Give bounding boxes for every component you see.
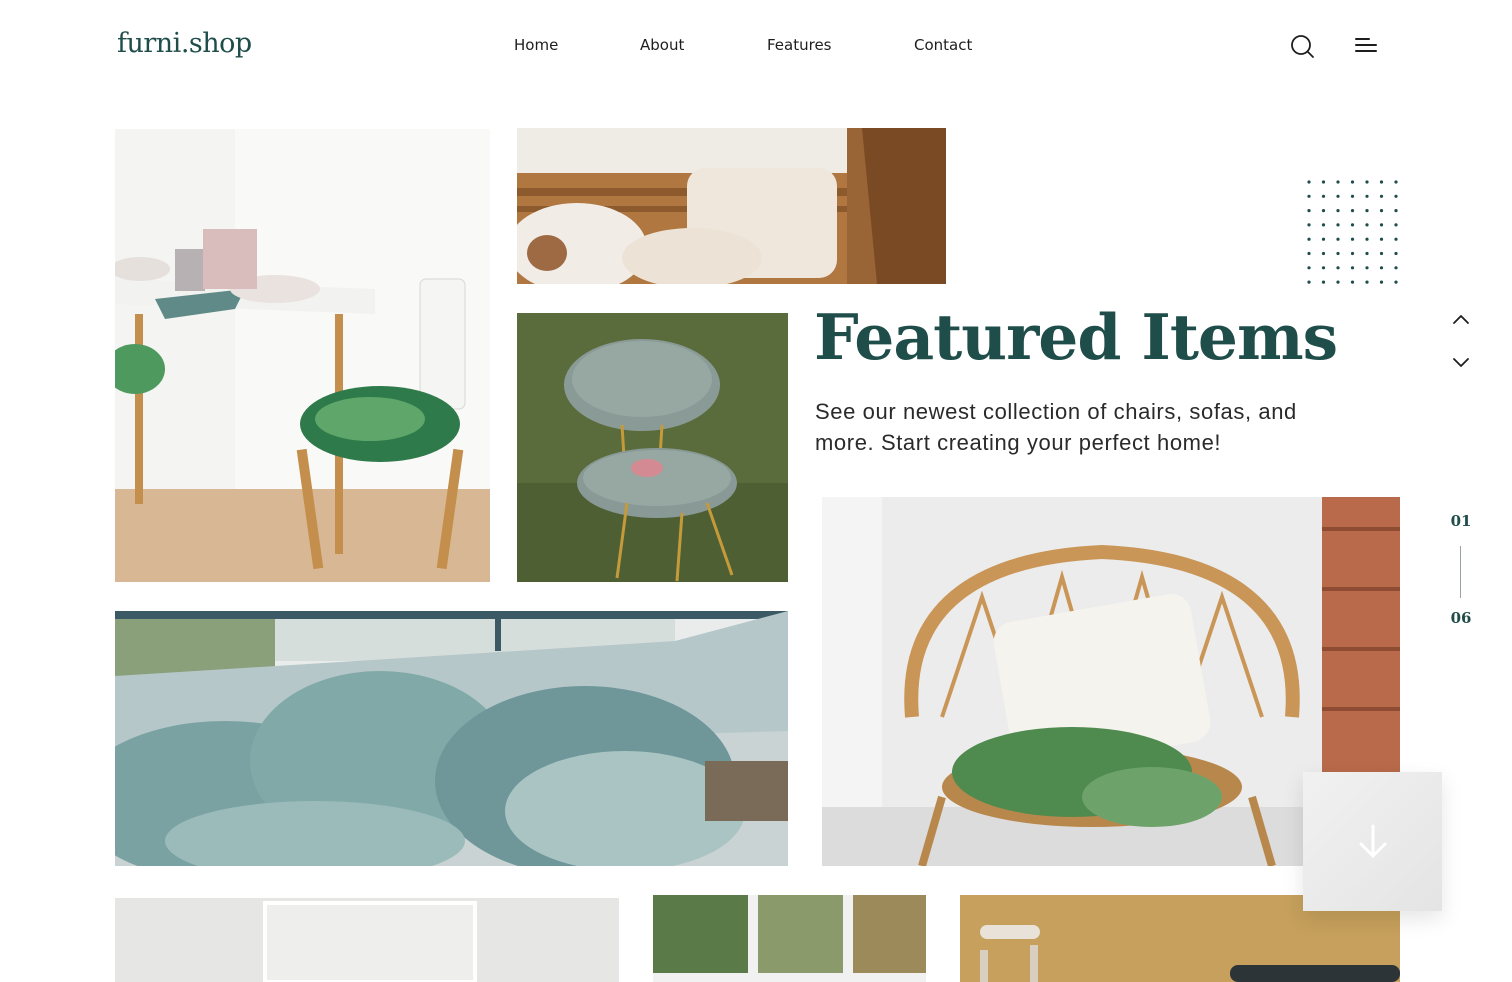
decoration-dot: [1336, 223, 1340, 227]
decoration-dot: [1307, 194, 1311, 198]
decoration-dot: [1379, 280, 1384, 284]
decoration-dot: [1350, 266, 1355, 270]
decoration-dot: [1379, 180, 1384, 184]
blue-pillows-image[interactable]: [115, 611, 788, 866]
slide-current-index: 01: [1450, 512, 1472, 530]
decoration-dot: [1365, 180, 1369, 184]
slide-progress-line: [1460, 546, 1461, 598]
chevron-up-icon[interactable]: [1449, 312, 1473, 328]
decoration-dot: [1379, 209, 1384, 213]
decoration-dot: [1394, 266, 1398, 270]
menu-icon[interactable]: [1352, 32, 1380, 60]
decoration-dot: [1307, 223, 1311, 227]
decoration-dot: [1394, 180, 1398, 184]
decoration-dot: [1350, 180, 1355, 184]
decoration-dot: [1379, 266, 1384, 270]
cushions-image[interactable]: [517, 128, 946, 284]
white-frame-image[interactable]: [115, 898, 619, 982]
decoration-dot: [1365, 237, 1369, 241]
featured-description: See our newest collection of chairs, sof…: [815, 399, 1297, 455]
decoration-dot: [1336, 209, 1340, 213]
decoration-dot: [1365, 194, 1369, 198]
green-chair-image[interactable]: [517, 313, 788, 582]
decoration-dot: [1321, 209, 1326, 213]
decoration-dot: [1350, 223, 1355, 227]
decoration-dot: [1321, 266, 1326, 270]
decoration-dot: [1379, 251, 1384, 256]
decoration-dot: [1394, 280, 1398, 284]
nav-about-link[interactable]: About: [640, 36, 684, 54]
decoration-dot: [1394, 209, 1398, 213]
decoration-dot: [1321, 237, 1326, 241]
decoration-dot: [1350, 251, 1355, 256]
decoration-dot: [1350, 280, 1355, 284]
decoration-dot: [1379, 223, 1384, 227]
decoration-dot: [1394, 237, 1398, 241]
arrow-down-icon: [1359, 824, 1387, 858]
decoration-dot: [1379, 237, 1384, 241]
decoration-dot: [1307, 180, 1311, 184]
decoration-dot: [1307, 237, 1311, 241]
decoration-dot: [1394, 223, 1398, 227]
decoration-dot: [1321, 223, 1326, 227]
decoration-dot: [1365, 280, 1369, 284]
decoration-dot: [1336, 180, 1340, 184]
decoration-dot: [1307, 251, 1311, 256]
decoration-dot: [1307, 266, 1311, 270]
nav-contact-link[interactable]: Contact: [914, 36, 972, 54]
decoration-dot: [1336, 251, 1340, 256]
decoration-dot: [1307, 209, 1311, 213]
decoration-dot: [1321, 251, 1326, 256]
decoration-dot: [1379, 194, 1384, 198]
decoration-dot: [1365, 223, 1369, 227]
decoration-dot: [1321, 194, 1326, 198]
decoration-dot: [1365, 251, 1369, 256]
decoration-dot: [1321, 180, 1326, 184]
decoration-dot: [1350, 194, 1355, 198]
decoration-dot: [1336, 266, 1340, 270]
decoration-dot: [1350, 209, 1355, 213]
search-icon[interactable]: [1288, 32, 1316, 60]
window-garden-image[interactable]: [653, 895, 926, 982]
nav-home-link[interactable]: Home: [514, 36, 558, 54]
decoration-dot: [1365, 266, 1369, 270]
scroll-down-button[interactable]: [1303, 772, 1442, 911]
chevron-down-icon[interactable]: [1449, 354, 1473, 370]
decoration-dot: [1336, 237, 1340, 241]
slide-total-count: 06: [1450, 609, 1472, 627]
decoration-dot: [1321, 280, 1326, 284]
dining-chair-image[interactable]: [115, 129, 490, 582]
decoration-dot: [1336, 280, 1340, 284]
nav-features-link[interactable]: Features: [767, 36, 832, 54]
logo[interactable]: furni.shop: [117, 28, 252, 59]
dot-grid-decoration: [1307, 180, 1398, 284]
decoration-dot: [1394, 194, 1398, 198]
decoration-dot: [1365, 209, 1369, 213]
featured-title: Featured Items: [814, 300, 1338, 374]
decoration-dot: [1350, 237, 1355, 241]
decoration-dot: [1307, 280, 1311, 284]
decoration-dot: [1336, 194, 1340, 198]
decoration-dot: [1394, 251, 1398, 256]
